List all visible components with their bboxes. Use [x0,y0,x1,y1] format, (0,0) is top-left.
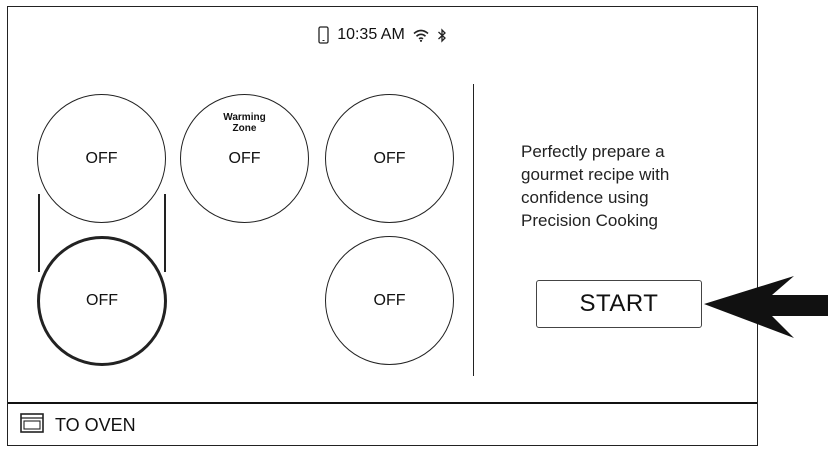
burner-right-rear[interactable]: OFF [325,94,454,223]
burner-state: OFF [86,292,118,309]
status-bar: 10:35 AM [8,26,757,44]
precision-cooking-message: Perfectly prepare a gourmet recipe with … [521,142,670,230]
clock-time: 10:35 AM [337,26,405,43]
start-button[interactable]: START [536,280,702,328]
oven-icon [20,413,44,438]
vertical-divider [473,84,474,376]
burner-state: OFF [373,149,406,167]
warming-zone-label: Warming Zone [223,112,266,134]
phone-icon [318,26,329,44]
burner-state: OFF [373,291,406,309]
wifi-icon [413,29,429,42]
bottom-bar: TO OVEN [8,402,757,447]
burner-left-front[interactable]: OFF [37,94,166,223]
cooktop-screen: 10:35 AM OFF Warming Zone OFF OFF OFF OF… [7,6,758,446]
burner-state: OFF [228,149,261,167]
pointer-arrow-icon [704,276,828,338]
bridge-line-right [164,194,166,272]
burner-left-rear[interactable]: OFF [37,236,167,366]
to-oven-button[interactable]: TO OVEN [20,413,136,438]
burner-right-front[interactable]: OFF [325,236,454,365]
bridge-line-left [38,194,40,272]
burner-state: OFF [85,149,118,167]
burner-warming-zone[interactable]: Warming Zone OFF [180,94,309,223]
bluetooth-icon [437,27,447,43]
to-oven-label: TO OVEN [55,415,136,435]
